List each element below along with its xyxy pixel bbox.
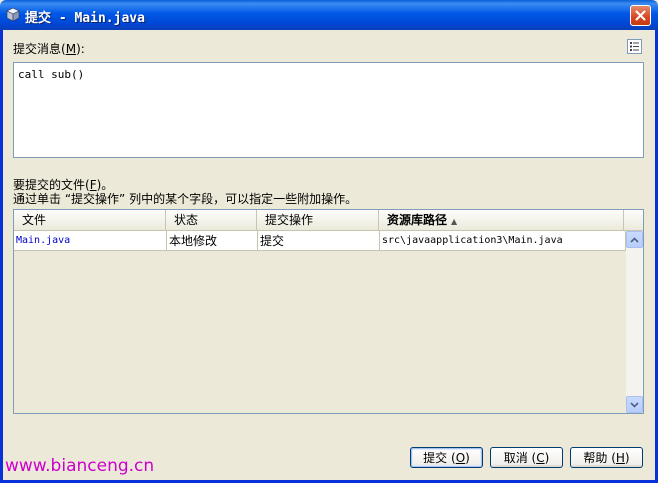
cell-action[interactable]: 提交	[258, 231, 380, 251]
table-row[interactable]: Main.java 本地修改 提交 src\javaapplication3\M…	[14, 231, 626, 251]
title-bar[interactable]: 提交 - Main.java	[0, 0, 658, 30]
window-title: 提交 - Main.java	[25, 11, 145, 26]
cell-path: src\javaapplication3\Main.java	[380, 231, 626, 251]
list-icon	[630, 42, 639, 51]
close-icon	[635, 10, 646, 21]
vertical-scrollbar[interactable]	[626, 231, 643, 413]
scroll-up-button[interactable]	[626, 231, 643, 248]
cancel-button[interactable]: 取消 (C)	[490, 447, 563, 468]
close-button[interactable]	[630, 5, 651, 26]
files-hint: 通过单击 “提交操作” 列中的某个字段，可以指定一些附加操作。	[13, 192, 358, 206]
cell-status: 本地修改	[167, 231, 258, 251]
column-header-status[interactable]: 状态	[166, 210, 257, 230]
commit-message-input[interactable]: call sub()	[13, 62, 644, 158]
scroll-down-button[interactable]	[626, 396, 643, 413]
sort-ascending-icon: ▲	[451, 217, 458, 226]
window-frame-left	[0, 30, 3, 483]
column-header-file[interactable]: 文件	[14, 210, 166, 230]
chevron-up-icon	[630, 236, 639, 243]
commit-message-label: 提交消息(M):	[13, 42, 85, 56]
commit-button[interactable]: 提交 (O)	[410, 447, 483, 468]
files-table: 文件 状态 提交操作 资源库路径 ▲ Main.java 本地修改 提交 src\…	[13, 209, 644, 414]
cube-icon	[6, 7, 20, 22]
column-header-action[interactable]: 提交操作	[257, 210, 379, 230]
watermark: www.bianceng.cn	[5, 456, 155, 476]
help-button[interactable]: 帮助 (H)	[570, 447, 643, 468]
cell-file[interactable]: Main.java	[14, 231, 167, 251]
table-header: 文件 状态 提交操作 资源库路径 ▲	[14, 210, 643, 231]
chevron-down-icon	[630, 401, 639, 408]
column-header-path[interactable]: 资源库路径 ▲	[379, 210, 624, 230]
message-template-button[interactable]	[627, 39, 642, 54]
